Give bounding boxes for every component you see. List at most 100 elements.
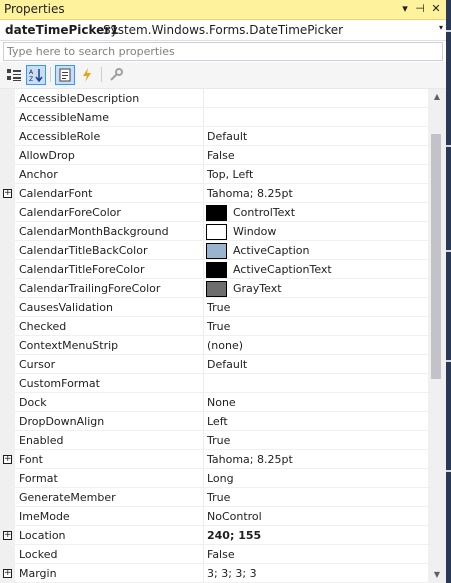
property-name: Enabled xyxy=(19,434,64,447)
property-row[interactable]: AccessibleDescription xyxy=(0,89,428,108)
property-row[interactable]: CalendarTrailingForeColor GrayText xyxy=(0,279,428,298)
property-value[interactable]: False xyxy=(207,149,235,162)
properties-icon[interactable] xyxy=(55,65,75,85)
expand-icon[interactable]: + xyxy=(3,531,12,540)
property-value[interactable]: (none) xyxy=(207,339,243,352)
column-separator xyxy=(203,564,204,583)
vertical-scrollbar[interactable]: ▲ ▼ xyxy=(428,89,446,583)
property-value[interactable]: True xyxy=(207,491,230,504)
color-swatch xyxy=(206,281,227,297)
property-pages-icon[interactable] xyxy=(106,65,126,85)
property-name: CausesValidation xyxy=(19,301,113,314)
property-value[interactable]: False xyxy=(207,548,235,561)
property-value[interactable]: 3; 3; 3; 3 xyxy=(207,567,257,580)
property-row[interactable]: GenerateMember True xyxy=(0,488,428,507)
column-separator xyxy=(203,488,204,507)
toolbar-separator xyxy=(50,67,51,82)
property-value[interactable]: ActiveCaption xyxy=(233,244,310,257)
alphabetical-icon[interactable]: A Z xyxy=(26,65,46,85)
property-row[interactable]: DropDownAlign Left xyxy=(0,412,428,431)
property-row[interactable]: + Font Tahoma; 8.25pt xyxy=(0,450,428,469)
property-row[interactable]: Checked True xyxy=(0,317,428,336)
expand-icon[interactable]: + xyxy=(3,569,12,578)
property-name: CustomFormat xyxy=(19,377,100,390)
property-value[interactable]: ControlText xyxy=(233,206,295,219)
property-row[interactable]: CustomFormat xyxy=(0,374,428,393)
color-swatch xyxy=(206,205,227,221)
search-input[interactable] xyxy=(4,43,430,60)
property-row[interactable]: CalendarTitleBackColor ActiveCaption xyxy=(0,241,428,260)
property-value[interactable]: Left xyxy=(207,415,228,428)
property-value[interactable]: ActiveCaptionText xyxy=(233,263,332,276)
property-name: Format xyxy=(19,472,58,485)
property-value[interactable]: None xyxy=(207,396,236,409)
property-name: ImeMode xyxy=(19,510,70,523)
close-icon[interactable]: ✕ xyxy=(429,1,443,17)
column-separator xyxy=(203,450,204,469)
strip-mark xyxy=(446,145,451,147)
property-value[interactable]: Top, Left xyxy=(207,168,253,181)
property-row[interactable]: CausesValidation True xyxy=(0,298,428,317)
property-name: CalendarTrailingForeColor xyxy=(19,282,161,295)
property-row[interactable]: CalendarForeColor ControlText xyxy=(0,203,428,222)
property-row[interactable]: Cursor Default xyxy=(0,355,428,374)
property-value[interactable]: GrayText xyxy=(233,282,282,295)
pin-icon[interactable]: ⊣ xyxy=(413,1,427,17)
object-selector[interactable]: dateTimePicker1 System.Windows.Forms.Dat… xyxy=(0,20,446,41)
strip-mark xyxy=(446,30,451,32)
property-name: GenerateMember xyxy=(19,491,116,504)
property-row[interactable]: + CalendarFont Tahoma; 8.25pt xyxy=(0,184,428,203)
property-name: AllowDrop xyxy=(19,149,75,162)
property-value[interactable]: True xyxy=(207,434,230,447)
column-separator xyxy=(203,146,204,165)
column-separator xyxy=(203,184,204,203)
property-row[interactable]: ImeMode NoControl xyxy=(0,507,428,526)
property-row[interactable]: + Location 240; 155 xyxy=(0,526,428,545)
property-value[interactable]: Tahoma; 8.25pt xyxy=(207,187,293,200)
column-separator xyxy=(203,355,204,374)
property-name: CalendarTitleForeColor xyxy=(19,263,145,276)
property-row[interactable]: Locked False xyxy=(0,545,428,564)
property-row[interactable]: CalendarMonthBackground Window xyxy=(0,222,428,241)
property-value[interactable]: True xyxy=(207,320,230,333)
property-value[interactable]: Window xyxy=(233,225,276,238)
scrollbar-thumb[interactable] xyxy=(431,134,441,379)
property-row[interactable]: CalendarTitleForeColor ActiveCaptionText xyxy=(0,260,428,279)
property-row[interactable]: AccessibleRole Default xyxy=(0,127,428,146)
color-swatch xyxy=(206,243,227,259)
property-name: DropDownAlign xyxy=(19,415,105,428)
search-box xyxy=(3,42,443,61)
property-row[interactable]: Format Long xyxy=(0,469,428,488)
scroll-up-icon[interactable]: ▲ xyxy=(428,89,446,105)
property-row[interactable]: ContextMenuStrip (none) xyxy=(0,336,428,355)
property-name: Font xyxy=(19,453,43,466)
property-value[interactable]: 240; 155 xyxy=(207,529,261,542)
property-value[interactable]: True xyxy=(207,301,230,314)
column-separator xyxy=(203,260,204,279)
window-position-dropdown-icon[interactable]: ▾ xyxy=(398,1,412,17)
property-name: CalendarFont xyxy=(19,187,93,200)
property-row[interactable]: Enabled True xyxy=(0,431,428,450)
property-row[interactable]: AccessibleName xyxy=(0,108,428,127)
column-separator xyxy=(203,222,204,241)
properties-toolbar: A Z xyxy=(0,62,446,89)
property-value[interactable]: Tahoma; 8.25pt xyxy=(207,453,293,466)
property-row[interactable]: Dock None xyxy=(0,393,428,412)
property-value[interactable]: Default xyxy=(207,130,247,143)
property-value[interactable]: NoControl xyxy=(207,510,262,523)
categorized-icon[interactable] xyxy=(4,65,24,85)
expand-icon[interactable]: + xyxy=(3,455,12,464)
property-row[interactable]: Anchor Top, Left xyxy=(0,165,428,184)
property-value[interactable]: Default xyxy=(207,358,247,371)
property-row[interactable]: AllowDrop False xyxy=(0,146,428,165)
property-name: Anchor xyxy=(19,168,58,181)
color-swatch xyxy=(206,224,227,240)
chevron-down-icon[interactable]: ▾ xyxy=(439,23,443,32)
property-name: CalendarTitleBackColor xyxy=(19,244,148,257)
property-grid: AccessibleDescription AccessibleName Acces… xyxy=(0,89,428,583)
property-row[interactable]: + Margin 3; 3; 3; 3 xyxy=(0,564,428,583)
events-icon[interactable] xyxy=(77,65,97,85)
property-value[interactable]: Long xyxy=(207,472,234,485)
expand-icon[interactable]: + xyxy=(3,189,12,198)
scroll-down-icon[interactable]: ▼ xyxy=(428,567,446,583)
